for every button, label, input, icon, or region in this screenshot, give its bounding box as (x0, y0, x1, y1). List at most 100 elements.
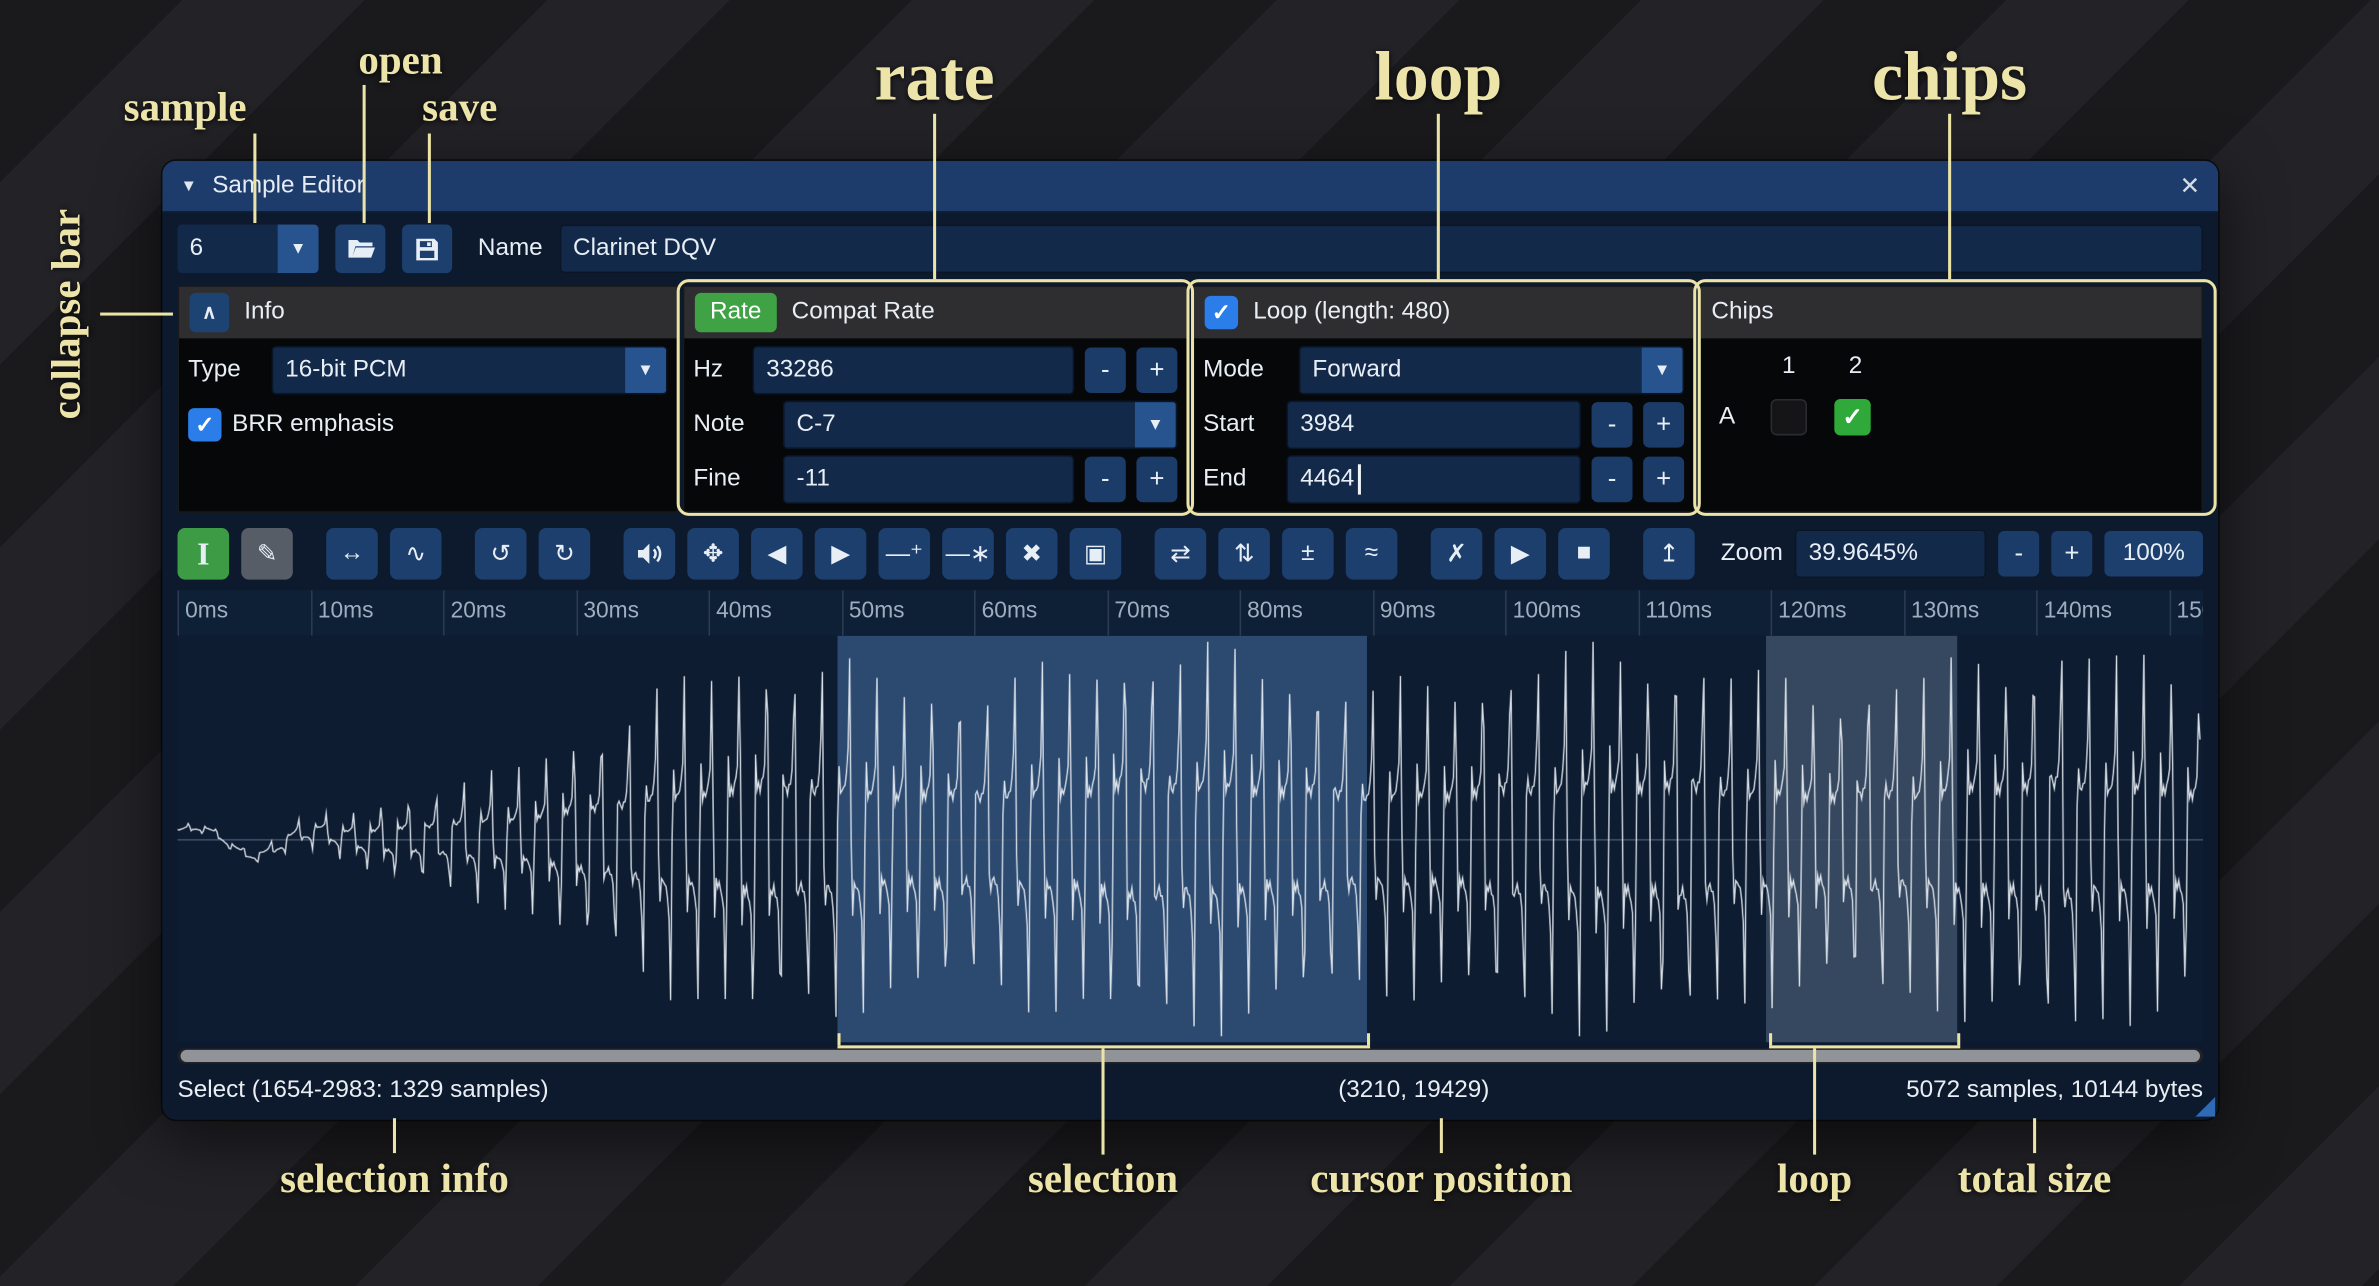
annotation-total-size: total size (1958, 1155, 2112, 1202)
info-panel-header: ∧ Info (179, 287, 677, 339)
zoom-label: Zoom (1721, 540, 1783, 567)
toolbar-group: ↥ (1643, 528, 1695, 580)
window-titlebar[interactable]: ▼ Sample Editor ✕ (162, 161, 2218, 213)
annotation-box-chips (1693, 279, 2216, 516)
fade-in-button[interactable]: ◀ (751, 528, 803, 580)
annotation-sample: sample (124, 84, 247, 131)
apply-silence-button[interactable]: —∗ (942, 528, 994, 580)
annotation-box-loop (1186, 279, 1700, 516)
annotation-open: open (358, 37, 442, 84)
floppy-save-icon (413, 234, 442, 263)
stop-preview-button[interactable]: ■ (1558, 528, 1610, 580)
undo-button[interactable]: ↺ (475, 528, 527, 580)
zoom-input[interactable]: 39.9645% (1795, 530, 1986, 579)
folder-open-icon (345, 234, 375, 264)
invert-icon: ⇅ (1234, 539, 1254, 569)
i-beam-cursor-icon: I (197, 535, 209, 573)
annotation-loop-bracket-right-tick (1957, 1033, 1960, 1045)
toolbar-group: ↺↻ (475, 528, 590, 580)
redo-icon: ↻ (554, 539, 574, 569)
annotation-rate: rate (875, 36, 995, 116)
sample-row: 6 ▼ Name Clarinet DQV (178, 225, 2203, 274)
invert-button[interactable]: ⇅ (1218, 528, 1270, 580)
zoom-reset-button[interactable]: 100% (2105, 531, 2204, 577)
timeline-ruler[interactable]: 0ms10ms20ms30ms40ms50ms60ms70ms80ms90ms1… (178, 590, 2203, 636)
toolbar-buttons: I✎↔∿↺↻✥◀▶—⁺—∗✖▣⇄⇅±≈✗▶■↥ (178, 528, 1695, 580)
edit-mode-button[interactable]: I (178, 528, 230, 580)
annotation-line-collapse-bar (100, 313, 173, 316)
normalize-button[interactable]: ✥ (687, 528, 739, 580)
trim-button[interactable]: ▣ (1070, 528, 1122, 580)
sample-name-input[interactable]: Clarinet DQV (559, 225, 2203, 274)
waveform-scrollbar[interactable] (178, 1048, 2203, 1063)
window-title: Sample Editor (212, 172, 364, 199)
sign-invert-button[interactable]: ± (1282, 528, 1334, 580)
filter-icon: ≈ (1365, 540, 1378, 567)
annotation-cursor-position: cursor position (1310, 1155, 1572, 1202)
create-wavetable-button[interactable]: ↥ (1643, 528, 1695, 580)
resize-icon: ↔ (340, 540, 364, 567)
resample-icon: ∿ (406, 539, 426, 569)
save-sample-button[interactable] (402, 225, 452, 274)
window-collapse-icon[interactable]: ▼ (181, 177, 198, 195)
info-panel: ∧ Info Type 16-bit PCM ▼ ✓ BRR emphasis (178, 285, 679, 513)
crossfade-button[interactable]: ✗ (1431, 528, 1483, 580)
annotation-line-chips (1948, 114, 1951, 279)
annotation-chips: chips (1872, 36, 2027, 116)
normalize-icon: ✥ (703, 539, 723, 569)
annotation-loop-bracket (1769, 1045, 1960, 1048)
plus-minus-icon: ± (1301, 540, 1314, 567)
collapse-info-button[interactable]: ∧ (190, 293, 229, 332)
close-icon[interactable]: ✕ (2180, 171, 2200, 201)
play-icon: ▶ (1511, 539, 1530, 569)
type-label: Type (188, 357, 261, 384)
insert-silence-button[interactable]: —⁺ (878, 528, 930, 580)
type-dropdown-value: 16-bit PCM (273, 347, 625, 393)
preview-button[interactable]: ▶ (1494, 528, 1546, 580)
pencil-icon: ✎ (257, 539, 277, 569)
chevron-up-icon: ∧ (202, 300, 216, 324)
zoom-cluster: Zoom 39.9645% - + 100% (1721, 530, 2203, 579)
filter-button[interactable]: ≈ (1346, 528, 1398, 580)
sample-name-value: Clarinet DQV (573, 235, 716, 262)
open-sample-button[interactable] (335, 225, 385, 274)
info-panel-title: Info (244, 299, 284, 326)
resize-button[interactable]: ↔ (326, 528, 378, 580)
annotation-selection: selection (1028, 1155, 1178, 1202)
export-wavetable-icon: ↥ (1659, 539, 1679, 569)
annotation-line-selection-stem (1102, 1048, 1105, 1154)
reverse-button[interactable]: ⇄ (1155, 528, 1207, 580)
annotation-selection-bracket (838, 1045, 1371, 1048)
amplify-button[interactable] (624, 528, 676, 580)
chevron-down-icon: ▼ (278, 225, 319, 274)
trim-icon: ▣ (1084, 539, 1107, 569)
annotation-loop-bracket-left-tick (1769, 1033, 1772, 1045)
toolbar-group: ✗ ▶ ■ (1431, 528, 1610, 580)
annotation-loop: loop (1374, 36, 1502, 116)
annotation-selection-bracket-left-tick (838, 1033, 841, 1045)
check-icon: ✓ (195, 411, 214, 438)
sample-slot-dropdown[interactable]: 6 ▼ (178, 225, 319, 274)
zoom-value: 39.9645% (1809, 540, 1918, 567)
scrollbar-thumb[interactable] (181, 1050, 2200, 1062)
type-dropdown[interactable]: 16-bit PCM ▼ (272, 346, 668, 395)
redo-button[interactable]: ↻ (539, 528, 591, 580)
zoom-in-button[interactable]: + (2051, 531, 2092, 577)
annotation-selection-info: selection info (280, 1155, 509, 1202)
annotation-save: save (422, 84, 497, 131)
draw-mode-button[interactable]: ✎ (241, 528, 293, 580)
waveform-display[interactable] (178, 636, 2203, 1043)
fade-out-button[interactable]: ▶ (815, 528, 867, 580)
window-resize-grip[interactable] (2195, 1097, 2215, 1117)
annotation-line-rate (933, 114, 936, 279)
name-label: Name (478, 235, 543, 262)
resample-button[interactable]: ∿ (390, 528, 442, 580)
annotation-selection-bracket-right-tick (1367, 1033, 1370, 1045)
zoom-out-button[interactable]: - (1998, 531, 2039, 577)
toolbar-group: ✥ ◀▶—⁺—∗✖ ▣ (624, 528, 1122, 580)
annotation-line-total-size (2033, 1118, 2036, 1153)
brr-emphasis-checkbox[interactable]: ✓ (188, 408, 221, 441)
annotation-line-save (428, 134, 431, 224)
delete-button[interactable]: ✖ (1006, 528, 1058, 580)
selection-info-text: Select (1654-2983: 1329 samples) (178, 1077, 549, 1104)
